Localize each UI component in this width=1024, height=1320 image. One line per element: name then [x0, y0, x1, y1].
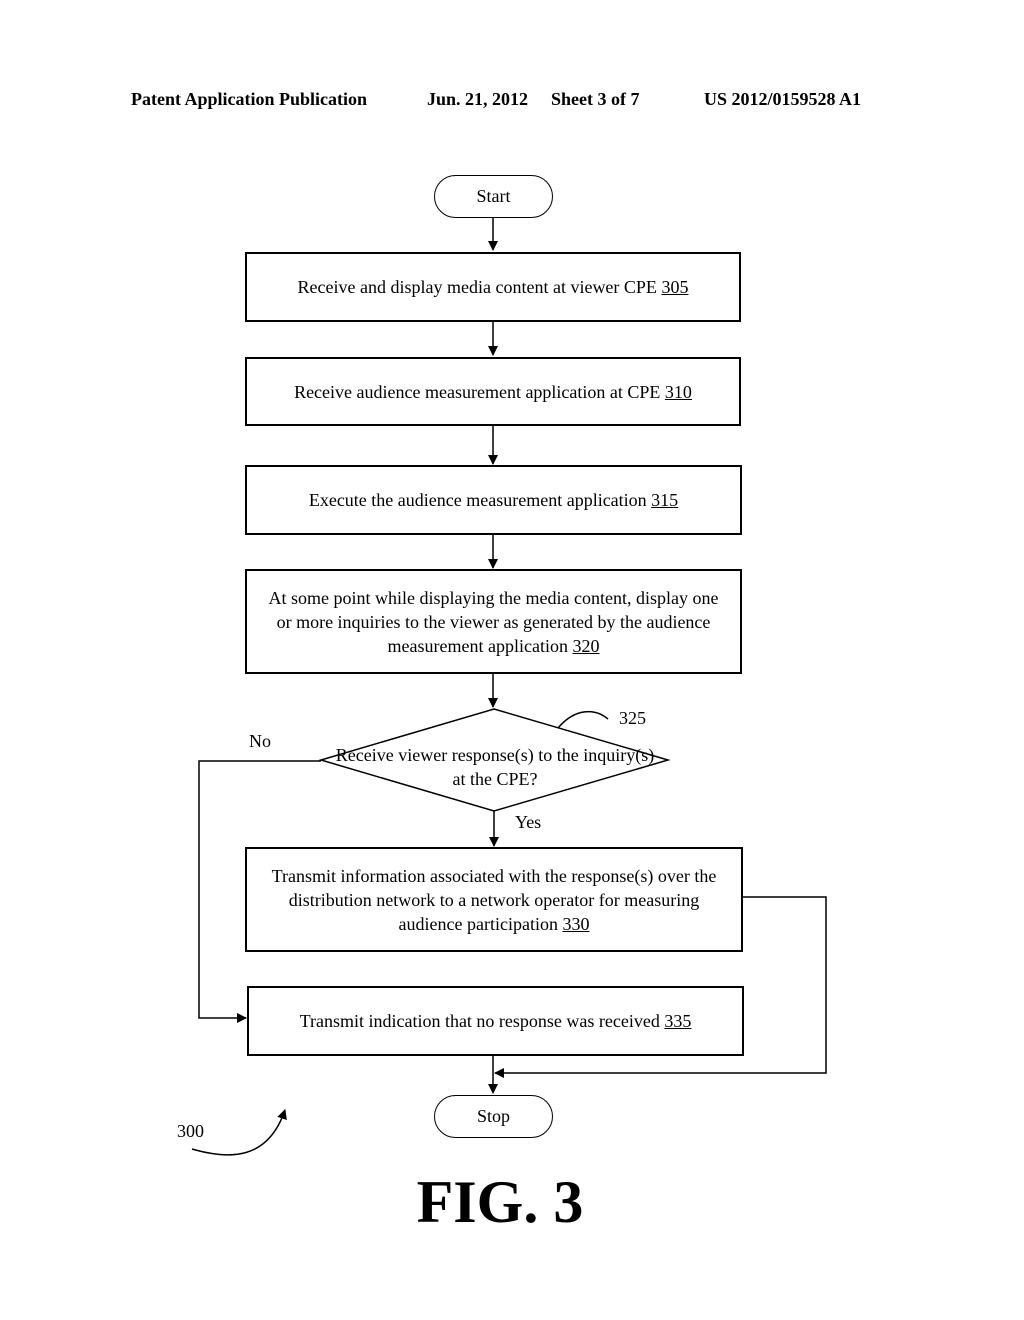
decision-325-text: Receive viewer response(s) to the inquir… [335, 745, 655, 789]
stop-terminal: Stop [434, 1095, 553, 1138]
step-text: At some point while displaying the media… [268, 587, 719, 656]
ref-325-leader [557, 710, 609, 729]
step-text: Transmit information associated with the… [271, 865, 717, 934]
step-text: Receive and display media content at vie… [297, 277, 662, 297]
step-335: Transmit indication that no response was… [247, 986, 744, 1056]
yes-label: Yes [515, 812, 542, 832]
figure-label: FIG. 3 [416, 1169, 584, 1235]
step-330: Transmit information associated with the… [245, 847, 743, 952]
step-text: Receive audience measurement application… [294, 381, 665, 402]
step-310: Receive audience measurement application… [245, 357, 741, 426]
step-text: Execute the audience measurement applica… [308, 490, 652, 510]
step-ref: 310 [664, 381, 692, 402]
step-text: Transmit indication that no response was… [299, 1011, 665, 1031]
ref-300-arrow [191, 1109, 287, 1156]
step-ref: 315 [651, 490, 679, 510]
start-terminal: Start [434, 175, 553, 218]
no-label: No [249, 731, 271, 751]
step-ref: 320 [572, 635, 600, 656]
step-ref: 330 [562, 913, 590, 934]
step-320: At some point while displaying the media… [245, 569, 742, 674]
step-ref: 305 [661, 277, 689, 297]
figure-ref-300: 300 [177, 1121, 204, 1141]
step-ref: 335 [664, 1011, 692, 1031]
step-315: Execute the audience measurement applica… [245, 465, 742, 535]
decision-ref: 325 [619, 708, 646, 728]
step-305: Receive and display media content at vie… [245, 252, 741, 322]
